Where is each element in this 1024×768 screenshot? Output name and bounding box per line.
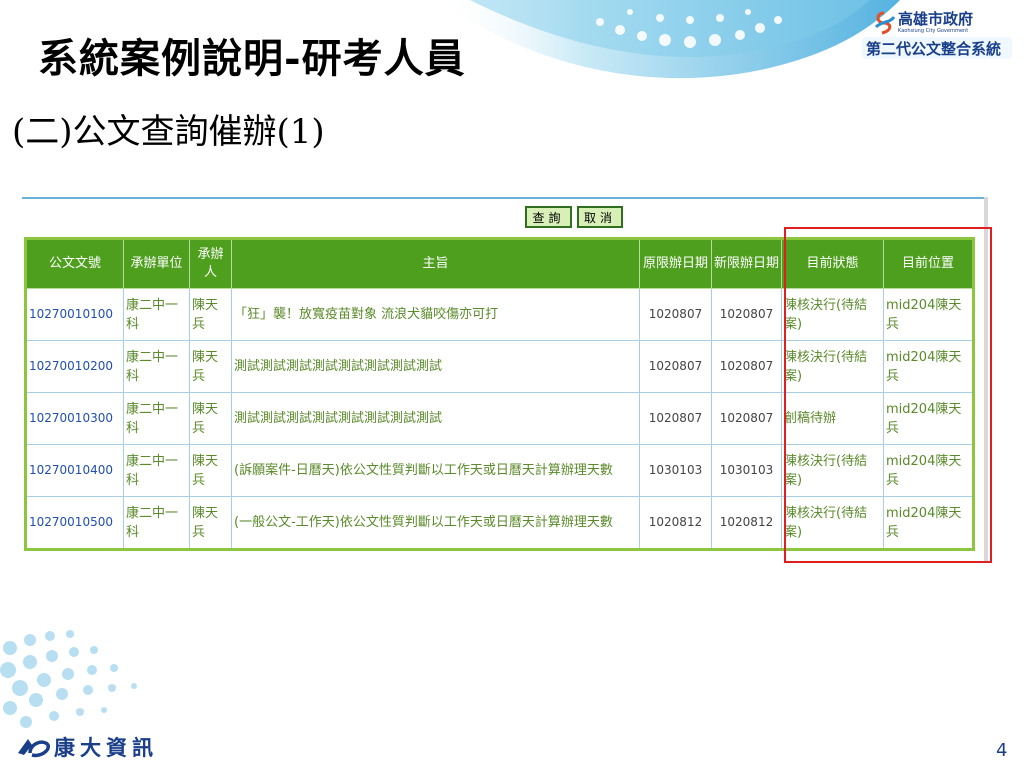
gov-name: 高雄市政府 — [898, 10, 974, 28]
new-date-cell: 1020807 — [711, 340, 782, 393]
person-cell: 陳天兵 — [189, 392, 232, 445]
doc-number-link[interactable]: 10270010400 — [25, 444, 124, 497]
unit-cell: 康二中一科 — [123, 496, 190, 550]
person-cell: 陳天兵 — [189, 340, 232, 393]
unit-cell: 康二中一科 — [123, 444, 190, 497]
orig-date-cell: 1020807 — [639, 288, 712, 341]
slide-title: 系統案例說明-研考人員 — [38, 35, 466, 82]
column-header-unit[interactable]: 承辦單位 — [123, 238, 190, 289]
unit-cell: 康二中一科 — [123, 392, 190, 445]
orig-date-cell: 1030103 — [639, 444, 712, 497]
doc-number-link[interactable]: 10270010500 — [25, 496, 124, 550]
gov-english-name: Kaohsiung City Government — [898, 28, 969, 34]
subject-cell: 測試測試測試測試測試測試測試測試 — [231, 340, 640, 393]
subject-cell: (訴願案件-日曆天)依公文性質判斷以工作天或日曆天計算辦理天數 — [231, 444, 640, 497]
new-date-cell: 1020812 — [711, 496, 782, 550]
unit-cell: 康二中一科 — [123, 288, 190, 341]
new-date-cell: 1030103 — [711, 444, 782, 497]
column-header-subject[interactable]: 主旨 — [231, 238, 640, 289]
subject-cell: 「狂」襲！放寬疫苗對象 流浪犬貓咬傷亦可打 — [231, 288, 640, 341]
gov-system-name: 第二代公文整合系統 — [866, 40, 1002, 58]
person-cell: 陳天兵 — [189, 444, 232, 497]
column-header-new-date[interactable]: 新限辦日期 — [711, 238, 782, 289]
column-header-person[interactable]: 承辦人 — [189, 238, 232, 289]
unit-cell: 康二中一科 — [123, 340, 190, 393]
page-number: 4 — [996, 740, 1008, 761]
column-header-doc-no[interactable]: 公文文號 — [25, 238, 124, 289]
cancel-button[interactable]: 取消 — [577, 206, 623, 228]
column-header-orig-date[interactable]: 原限辦日期 — [639, 238, 712, 289]
person-cell: 陳天兵 — [189, 288, 232, 341]
person-cell: 陳天兵 — [189, 496, 232, 550]
company-logo-icon — [18, 739, 50, 758]
slide-subtitle: (二)公文查詢催辦(1) — [12, 112, 325, 152]
query-button[interactable]: 查詢 — [525, 206, 572, 228]
orig-date-cell: 1020812 — [639, 496, 712, 550]
doc-number-link[interactable]: 10270010100 — [25, 288, 124, 341]
subject-cell: 測試測試測試測試測試測試測試測試 — [231, 392, 640, 445]
company-name: 康大資訊 — [54, 736, 158, 760]
new-date-cell: 1020807 — [711, 288, 782, 341]
orig-date-cell: 1020807 — [639, 392, 712, 445]
subject-cell: (一般公文-工作天)依公文性質判斷以工作天或日曆天計算辦理天數 — [231, 496, 640, 550]
orig-date-cell: 1020807 — [639, 340, 712, 393]
doc-number-link[interactable]: 10270010300 — [25, 392, 124, 445]
panel-top-rule — [22, 197, 984, 199]
status-location-highlight-box — [784, 227, 992, 563]
doc-number-link[interactable]: 10270010200 — [25, 340, 124, 393]
new-date-cell: 1020807 — [711, 392, 782, 445]
